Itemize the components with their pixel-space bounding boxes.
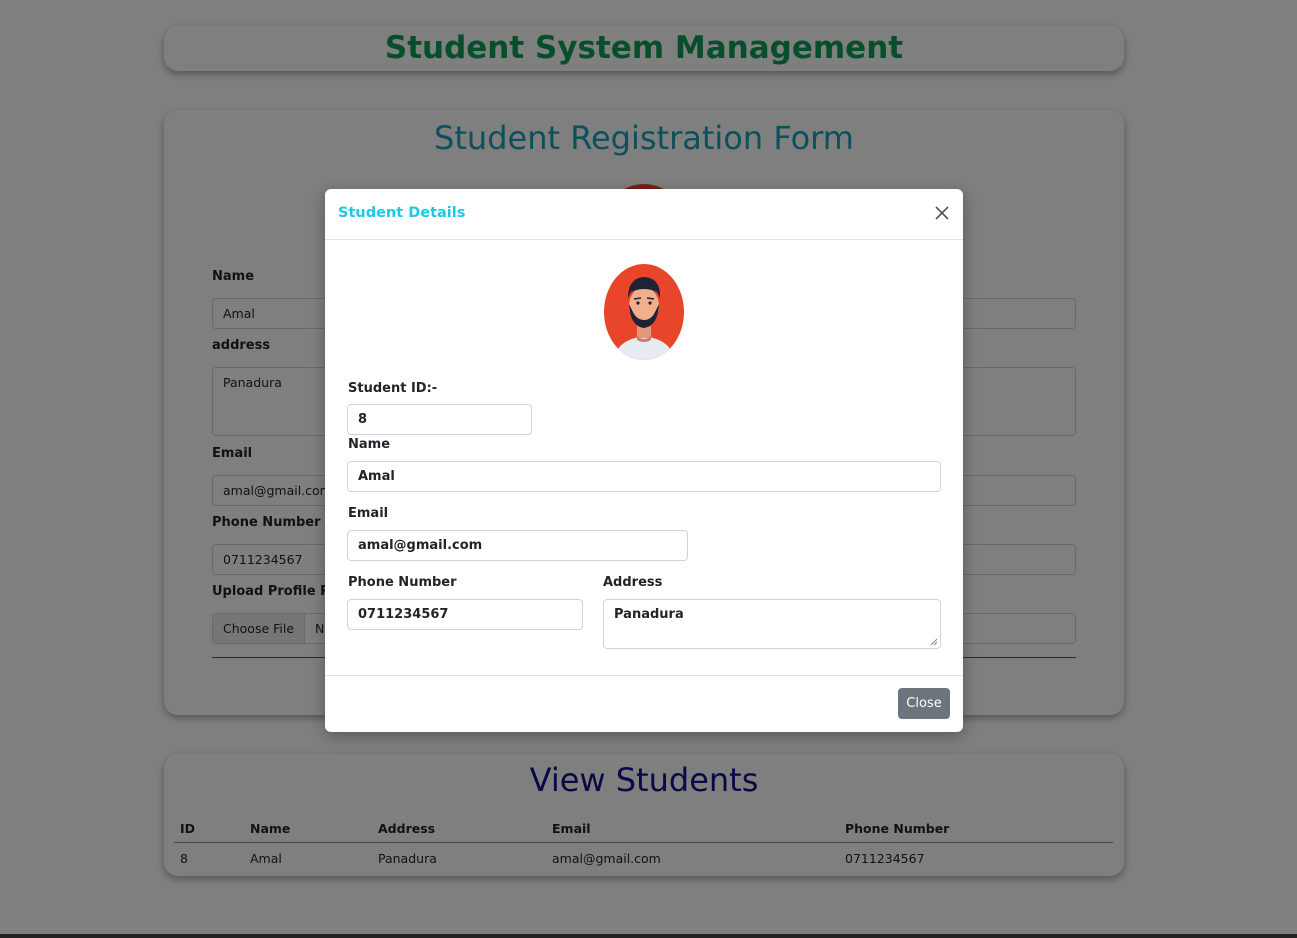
modal-student-id-value: 8 — [358, 412, 368, 427]
modal-title: Student Details — [338, 205, 466, 221]
modal-phone-input[interactable]: 0711234567 — [347, 599, 583, 630]
modal-student-id-label: Student ID:- — [348, 381, 438, 396]
modal-address-label: Address — [603, 575, 663, 590]
modal-phone-label: Phone Number — [348, 575, 457, 590]
modal-email-value: amal@gmail.com — [358, 538, 483, 553]
bottom-bar — [0, 934, 1297, 938]
modal-name-label: Name — [348, 437, 391, 452]
close-icon[interactable] — [931, 202, 953, 224]
modal-phone-value: 0711234567 — [358, 607, 449, 622]
modal-address-textarea[interactable]: Panadura — [603, 599, 941, 649]
modal-name-value: Amal — [358, 469, 395, 484]
close-button[interactable]: Close — [898, 688, 950, 719]
student-details-modal: Student Details Student ID:- 8 Name Amal… — [325, 189, 963, 732]
resize-grip-icon[interactable] — [930, 638, 938, 646]
modal-name-input[interactable]: Amal — [347, 461, 941, 492]
modal-header: Student Details — [325, 189, 963, 240]
modal-email-label: Email — [348, 506, 389, 521]
avatar-icon — [604, 264, 684, 360]
modal-email-input[interactable]: amal@gmail.com — [347, 530, 688, 561]
modal-address-value: Panadura — [614, 607, 684, 622]
modal-student-id-input[interactable]: 8 — [347, 404, 532, 435]
modal-footer-divider — [325, 675, 963, 676]
